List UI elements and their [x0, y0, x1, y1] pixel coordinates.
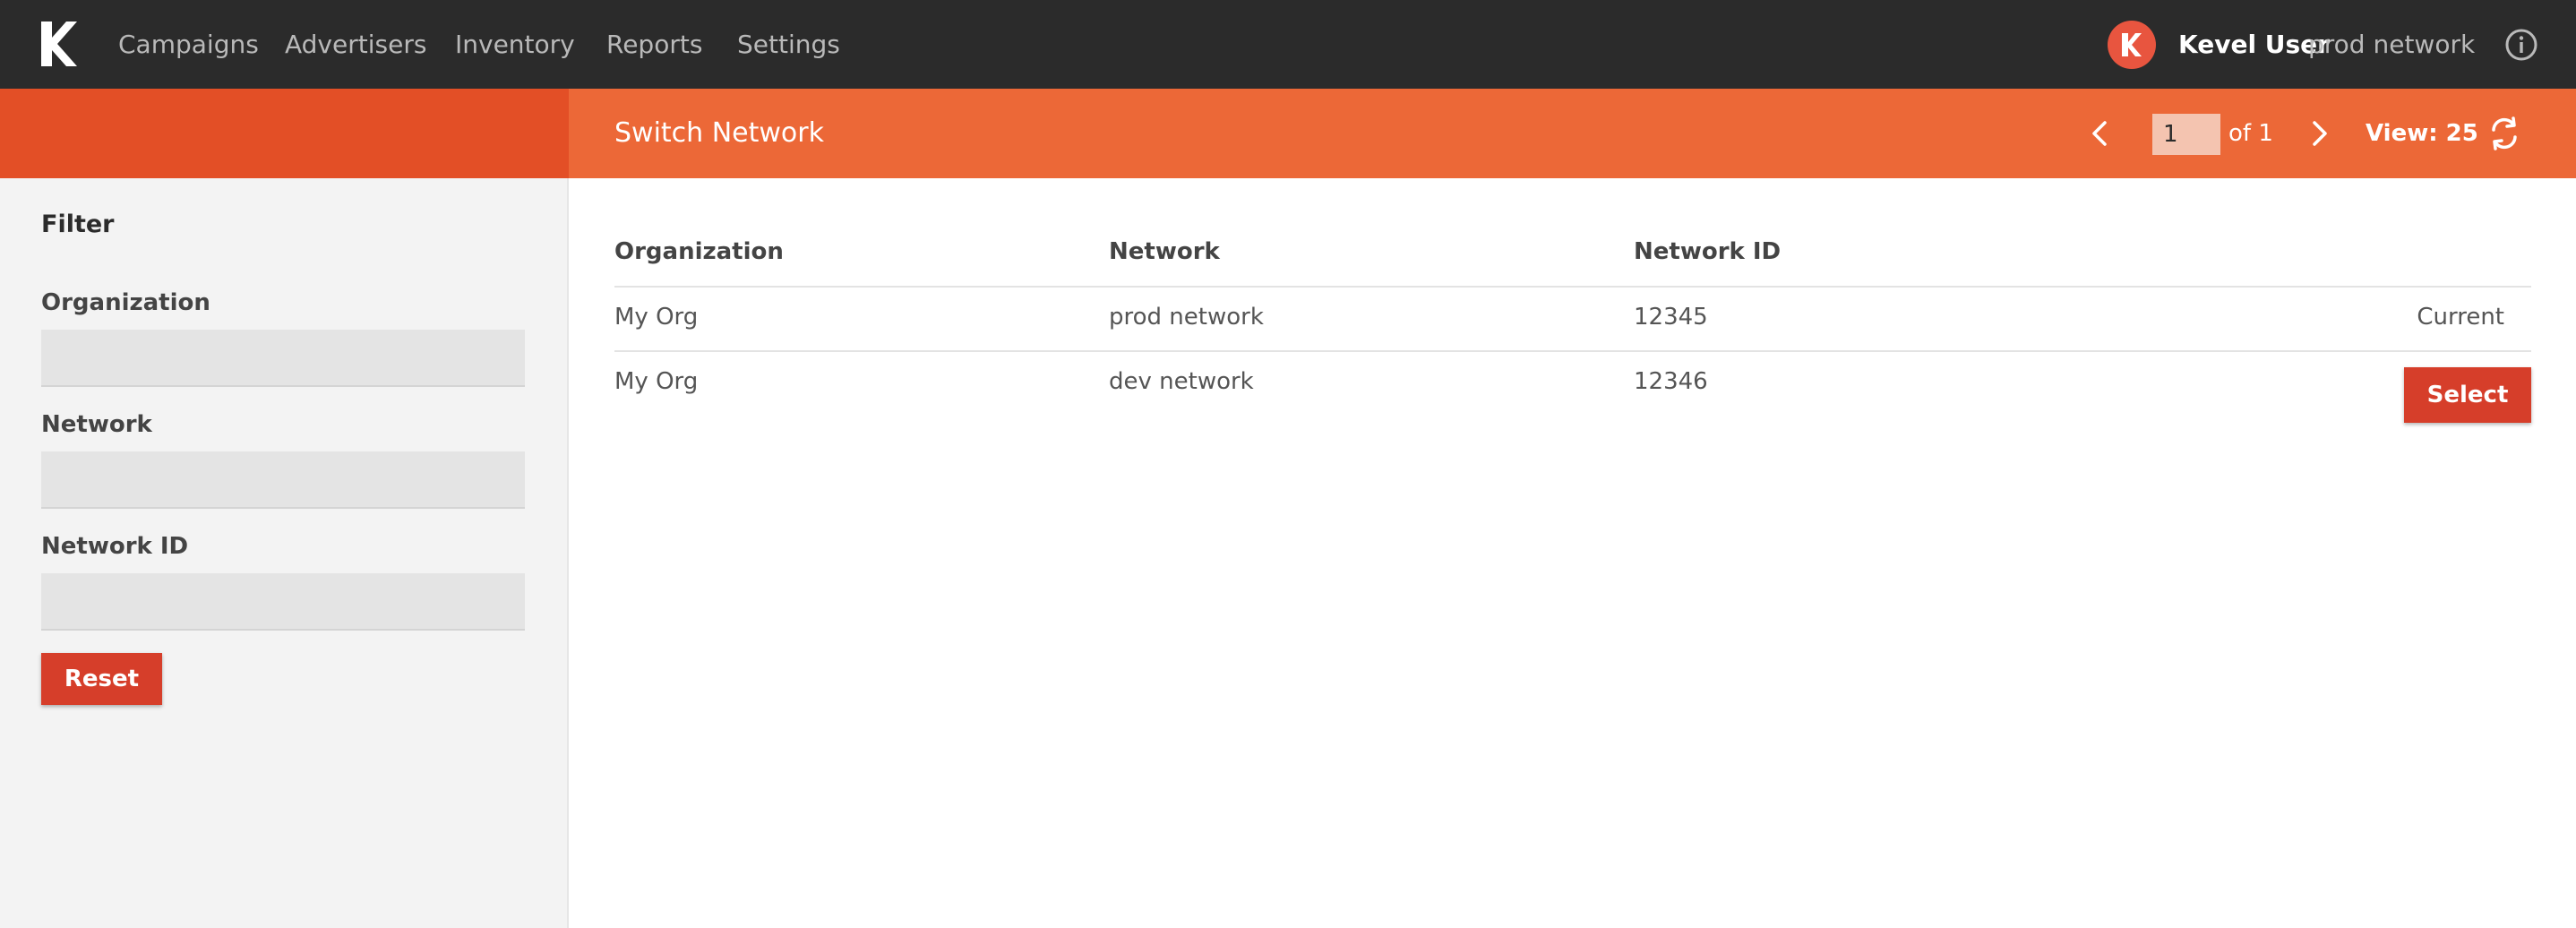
- network-id-filter-label: Network ID: [41, 533, 189, 560]
- chevron-left-icon[interactable]: [2083, 116, 2117, 150]
- column-header-organization[interactable]: Organization: [614, 238, 784, 265]
- page-count: of 1: [2228, 120, 2273, 147]
- chevron-right-icon[interactable]: [2302, 116, 2336, 150]
- header-band-left: [0, 89, 569, 178]
- user-avatar[interactable]: [2108, 21, 2156, 69]
- page-title: Switch Network: [614, 117, 824, 149]
- nav-settings[interactable]: Settings: [737, 0, 840, 89]
- row-2-organization: My Org: [614, 368, 699, 395]
- nav-reports[interactable]: Reports: [606, 0, 702, 89]
- info-icon[interactable]: [2504, 28, 2538, 62]
- refresh-icon[interactable]: [2486, 114, 2522, 153]
- select-network-button[interactable]: Select: [2404, 367, 2531, 423]
- row-2-network: dev network: [1109, 368, 1254, 395]
- network-id-filter-input[interactable]: [41, 573, 525, 631]
- nav-advertisers[interactable]: Advertisers: [285, 0, 426, 89]
- row-1-network: prod network: [1109, 304, 1264, 331]
- user-current-network[interactable]: prod network: [2308, 0, 2475, 89]
- user-name[interactable]: Kevel User: [2178, 0, 2330, 89]
- network-filter-input[interactable]: [41, 451, 525, 509]
- column-header-network[interactable]: Network: [1109, 238, 1220, 265]
- table-divider: [614, 286, 2531, 288]
- kevel-avatar-icon: [2122, 33, 2142, 56]
- organization-filter-input[interactable]: [41, 330, 525, 387]
- filter-title: Filter: [41, 211, 115, 238]
- current-network-label: Current: [2417, 304, 2504, 331]
- reset-button[interactable]: Reset: [41, 653, 162, 705]
- column-header-network-id[interactable]: Network ID: [1634, 238, 1781, 265]
- page-number-input[interactable]: [2152, 114, 2220, 155]
- kevel-logo-icon[interactable]: [39, 20, 79, 68]
- nav-campaigns[interactable]: Campaigns: [118, 0, 259, 89]
- network-filter-label: Network: [41, 411, 152, 438]
- nav-inventory[interactable]: Inventory: [455, 0, 575, 89]
- top-navigation-bar: Campaigns Advertisers Inventory Reports …: [0, 0, 2576, 89]
- page-size-selector[interactable]: View: 25: [2366, 89, 2478, 178]
- row-1-organization: My Org: [614, 304, 699, 331]
- row-2-network-id: 12346: [1634, 368, 1708, 395]
- organization-filter-label: Organization: [41, 289, 210, 316]
- table-divider: [614, 350, 2531, 352]
- header-band: [569, 89, 2576, 178]
- row-1-network-id: 12345: [1634, 304, 1708, 331]
